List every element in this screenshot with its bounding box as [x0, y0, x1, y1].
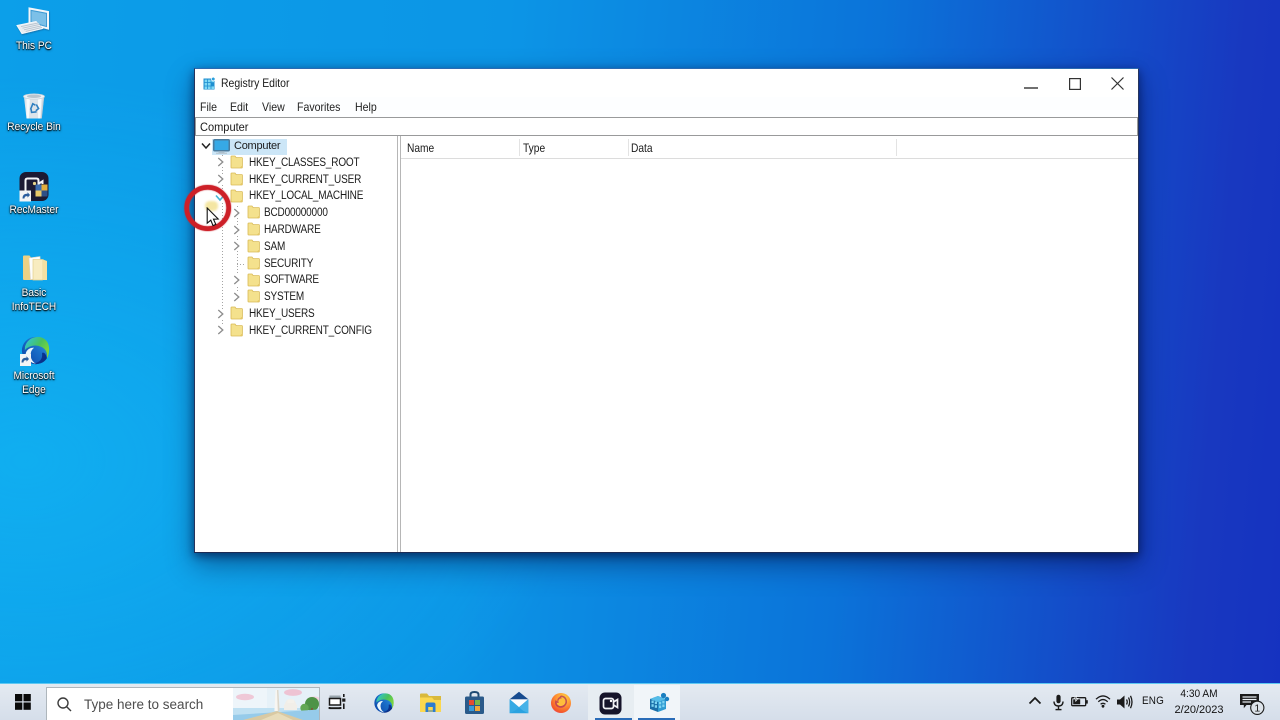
svg-text:1: 1	[1254, 703, 1260, 715]
